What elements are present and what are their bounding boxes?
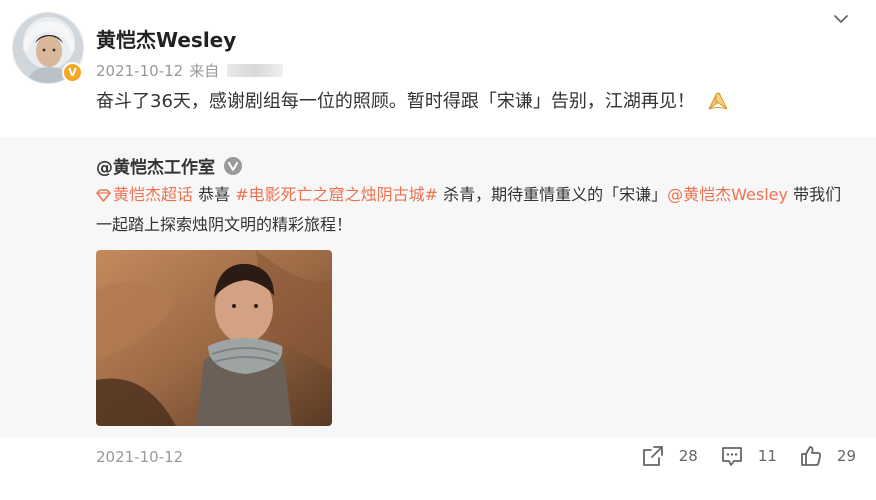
clap-hands-icon [705,89,731,120]
footer-date[interactable]: 2021-10-12 [96,448,183,466]
repost-count: 28 [678,447,698,465]
verified-gray-icon [224,156,242,175]
verified-badge-icon: V [62,62,83,83]
more-options-chevron-icon[interactable] [830,8,852,30]
post-meta: 2021-10-12 来自 [96,60,284,81]
post-date[interactable]: 2021-10-12 [96,62,183,80]
weibo-post: V 黄恺杰Wesley 2021-10-12 来自 奋斗了36天，感谢剧组每一位… [0,0,876,500]
topic-link[interactable]: 黄恺杰超话 [96,185,193,204]
source-label: 来自 [189,62,220,80]
repost-text: 黄恺杰超话 恭喜 #电影死亡之窟之烛阴古城# 杀青，期待重情重义的「宋谦」@黄恺… [96,181,856,239]
repost-text-part2: 杀青，期待重情重义的「宋谦」 [443,185,668,204]
comment-icon [721,447,742,466]
repost-image-thumbnail[interactable] [96,250,332,426]
post-text: 奋斗了36天，感谢剧组每一位的照顾。暂时得跟「宋谦」告别，江湖再见！ [96,91,695,112]
like-button[interactable]: 29 [799,444,856,468]
author-avatar[interactable]: V [12,12,84,84]
comment-count: 11 [757,447,777,465]
topic-link-label[interactable]: 黄恺杰超话 [113,185,193,204]
repost-author[interactable]: @黄恺杰工作室 [96,153,243,178]
author-name[interactable]: 黄恺杰Wesley [96,24,236,53]
source-redacted [227,64,284,77]
post-content: 奋斗了36天，感谢剧组每一位的照顾。暂时得跟「宋谦」告别，江湖再见！ [96,88,731,120]
thumbs-up-icon [801,446,821,466]
super-topic-diamond-icon [96,183,111,211]
repost-button[interactable]: 28 [641,444,698,468]
mention-link[interactable]: @黄恺杰Wesley [667,185,788,204]
like-count: 29 [836,447,856,465]
action-bar: 28 11 29 [641,444,856,468]
comment-button[interactable]: 11 [720,444,777,468]
share-icon [642,446,663,466]
repost-card[interactable]: @黄恺杰工作室 黄恺杰超话 恭喜 #电影死亡之窟之烛阴古城# 杀青，期待重情重义… [0,137,876,437]
hashtag-link[interactable]: #电影死亡之窟之烛阴古城# [235,185,438,204]
repost-text-part1: 恭喜 [198,185,231,204]
repost-author-name[interactable]: @黄恺杰工作室 [96,153,215,178]
